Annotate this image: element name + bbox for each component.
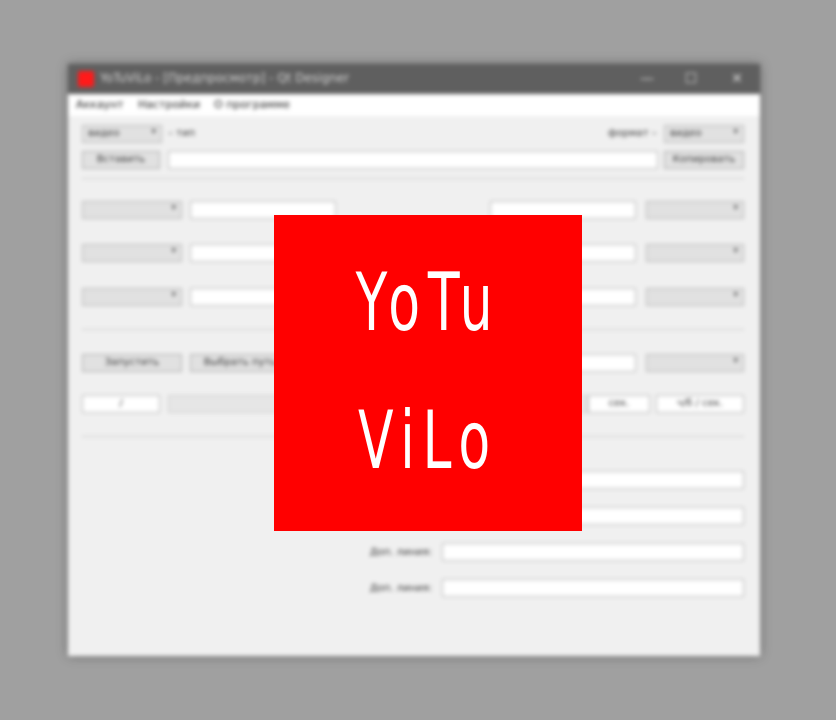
format-combo[interactable]: видео ▾ (664, 125, 744, 143)
separator (82, 178, 744, 179)
time-left-field: сек. (588, 395, 650, 413)
chevron-down-icon: ▾ (171, 246, 176, 256)
paste-button[interactable]: Вставить (82, 151, 160, 169)
chevron-down-icon: ▾ (171, 203, 176, 213)
chevron-down-icon: ▾ (733, 246, 738, 256)
menu-bar: Аккаунт Настройки О программе (68, 94, 760, 116)
path-combo[interactable]: ▾ (646, 354, 744, 372)
format-label: формат – (608, 128, 657, 139)
chevron-down-icon: ▾ (733, 203, 738, 213)
type-label: – тип (168, 128, 196, 139)
stream-combo-left[interactable]: ▾ (82, 244, 182, 262)
splash-logo: YoTu ViLo (274, 215, 582, 531)
stream-combo-right[interactable]: ▾ (646, 201, 744, 219)
close-button[interactable]: ✕ (714, 64, 760, 94)
menu-item-settings[interactable]: Настройки (138, 98, 200, 111)
stream-combo-left[interactable]: ▾ (82, 288, 182, 306)
splash-logo-line-1: YoTu (355, 256, 501, 349)
menu-item-account[interactable]: Аккаунт (76, 98, 124, 111)
splash-logo-line-2: ViLo (358, 394, 498, 487)
chevron-down-icon: ▾ (733, 356, 738, 366)
type-combo[interactable]: видео ▾ (82, 125, 162, 143)
extra-label: Доп. линия: (369, 547, 432, 558)
title-bar[interactable]: YoTuViLo - [Предпросмотр] - Qt Designer … (68, 64, 760, 94)
stream-combo-right[interactable]: ▾ (646, 288, 744, 306)
stream-combo-left[interactable]: ▾ (82, 201, 182, 219)
screen: YoTuViLo - [Предпросмотр] - Qt Designer … (0, 0, 836, 720)
extra-field[interactable] (442, 543, 744, 561)
url-input[interactable] (168, 151, 658, 169)
counter-field: / (82, 395, 160, 413)
format-combo-value: видео (670, 128, 702, 139)
stream-combo-right[interactable]: ▾ (646, 244, 744, 262)
window-title: YoTuViLo - [Предпросмотр] - Qt Designer (100, 71, 350, 85)
extra-label: Доп. линия: (369, 583, 432, 594)
chevron-down-icon: ▾ (733, 127, 738, 137)
minimize-button[interactable]: — (624, 64, 670, 94)
app-logo-icon (78, 71, 94, 87)
extra-field[interactable] (442, 579, 744, 597)
type-combo-value: видео (88, 128, 120, 139)
time-total-field: ч/б / сек. (656, 395, 744, 413)
start-button[interactable]: Запустить (82, 354, 182, 372)
chevron-down-icon: ▾ (733, 290, 738, 300)
chevron-down-icon: ▾ (171, 290, 176, 300)
copy-button[interactable]: Копировать (664, 151, 744, 169)
chevron-down-icon: ▾ (151, 127, 156, 137)
menu-item-about[interactable]: О программе (214, 98, 290, 111)
maximize-button[interactable]: ☐ (668, 64, 714, 94)
